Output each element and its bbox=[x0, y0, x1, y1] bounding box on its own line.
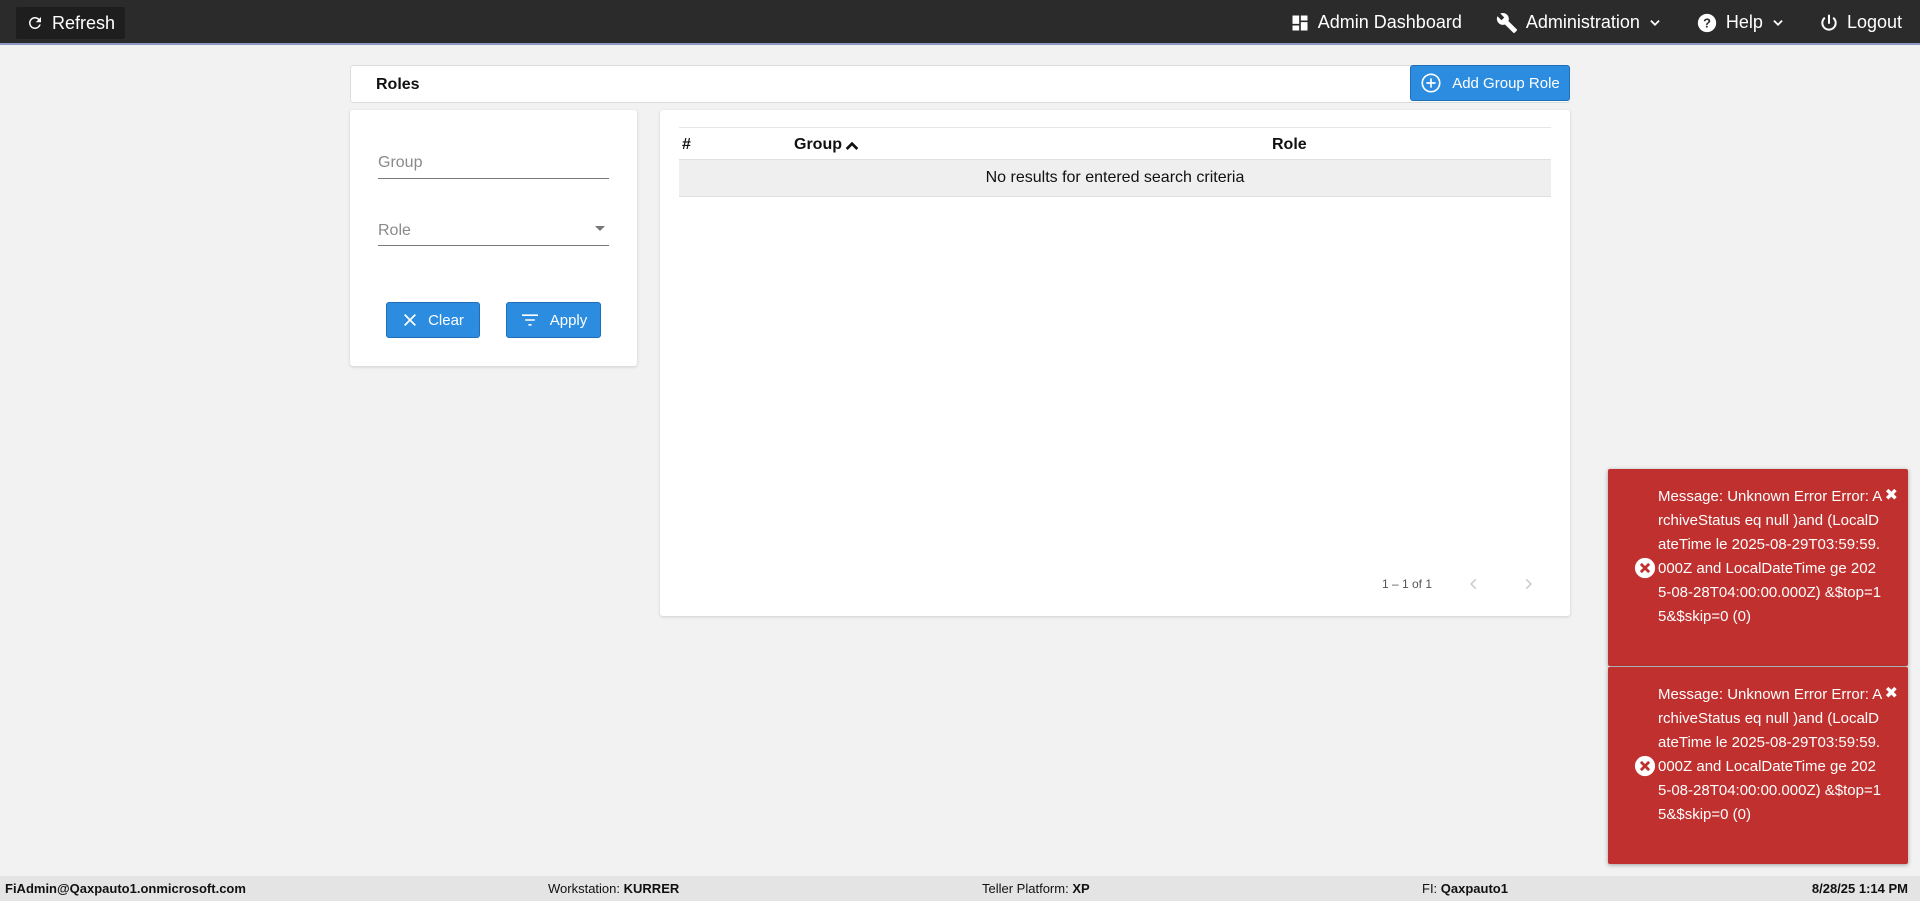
empty-results-message: No results for entered search criteria bbox=[985, 169, 1245, 186]
status-workstation-label: Workstation: bbox=[548, 881, 621, 896]
apply-label: Apply bbox=[549, 311, 588, 329]
nav-administration[interactable]: Administration bbox=[1496, 12, 1662, 34]
role-select[interactable]: Role bbox=[378, 214, 609, 246]
filter-panel: Role Clear Apply bbox=[350, 110, 637, 366]
clear-label: Clear bbox=[428, 311, 464, 329]
power-icon bbox=[1821, 14, 1837, 31]
status-user: FiAdmin@Qaxpauto1.onmicrosoft.com bbox=[5, 881, 246, 896]
apply-button[interactable]: Apply bbox=[506, 302, 601, 338]
status-user-value: FiAdmin@Qaxpauto1.onmicrosoft.com bbox=[5, 881, 246, 896]
role-placeholder: Role bbox=[378, 222, 411, 239]
table-header: # Group Role bbox=[679, 127, 1551, 160]
column-header-group-label: Group bbox=[794, 136, 842, 153]
nav-logout-label: Logout bbox=[1846, 12, 1902, 32]
status-workstation-value: KURRER bbox=[623, 881, 680, 896]
chevron-left-icon bbox=[1470, 578, 1477, 590]
filter-icon bbox=[521, 314, 538, 326]
wrench-icon bbox=[1496, 12, 1517, 33]
chevron-down-icon bbox=[1650, 19, 1660, 26]
column-header-number: # bbox=[682, 136, 691, 154]
dropdown-caret-icon bbox=[595, 226, 605, 231]
status-datetime: 8/28/25 1:14 PM bbox=[1812, 881, 1908, 896]
group-input[interactable] bbox=[378, 147, 609, 178]
nav-help-label: Help bbox=[1725, 12, 1763, 32]
help-icon: ? bbox=[1697, 13, 1717, 32]
previous-page-button[interactable] bbox=[1462, 572, 1486, 596]
top-navbar: Refresh Admin Dashboard Administration ?… bbox=[0, 0, 1920, 45]
page-title: Roles bbox=[376, 76, 420, 93]
refresh-button[interactable]: Refresh bbox=[16, 7, 126, 39]
status-bar: FiAdmin@Qaxpauto1.onmicrosoft.com Workst… bbox=[0, 876, 1920, 901]
add-group-role-label: Add Group Role bbox=[1452, 74, 1560, 92]
close-icon bbox=[404, 314, 417, 326]
status-platform-value: XP bbox=[1072, 881, 1090, 896]
roles-table: # Group Role No results for entered sear… bbox=[679, 127, 1551, 197]
toast-message: Message: Unknown Error Error: ArchiveSta… bbox=[1658, 488, 1883, 625]
chevron-down-icon bbox=[1773, 19, 1783, 26]
toast-close-button[interactable]: ✖ bbox=[1885, 683, 1898, 703]
nav-help[interactable]: ? Help bbox=[1696, 12, 1785, 34]
status-datetime-value: 8/28/25 1:14 PM bbox=[1811, 881, 1908, 896]
paginator: 1 – 1 of 1 bbox=[1382, 572, 1540, 596]
refresh-icon bbox=[28, 16, 41, 29]
refresh-label: Refresh bbox=[52, 12, 116, 33]
results-panel: # Group Role No results for entered sear… bbox=[660, 110, 1570, 616]
error-icon bbox=[1634, 557, 1656, 578]
column-header-group[interactable]: Group bbox=[794, 136, 860, 154]
main-nav: Admin Dashboard Administration ? Help Lo… bbox=[1290, 0, 1902, 45]
status-platform-label: Teller Platform: bbox=[982, 881, 1069, 896]
page-header: Roles Add Group Role bbox=[350, 65, 1570, 103]
toast-message: Message: Unknown Error Error: ArchiveSta… bbox=[1658, 686, 1883, 823]
nav-admin-dashboard-label: Admin Dashboard bbox=[1317, 12, 1462, 32]
toast-close-button[interactable]: ✖ bbox=[1885, 485, 1898, 505]
nav-logout[interactable]: Logout bbox=[1819, 12, 1902, 33]
add-group-role-button[interactable]: Add Group Role bbox=[1410, 65, 1570, 101]
status-fi-label: FI: bbox=[1422, 881, 1438, 896]
status-workstation: Workstation: KURRER bbox=[548, 881, 679, 896]
add-circle-icon bbox=[1421, 73, 1441, 93]
pagination-range: 1 – 1 of 1 bbox=[1381, 577, 1432, 591]
column-header-number-label: # bbox=[682, 136, 691, 153]
status-fi-value: Qaxpauto1 bbox=[1440, 881, 1508, 896]
empty-results-row: No results for entered search criteria bbox=[679, 160, 1551, 197]
chevron-right-icon bbox=[1525, 578, 1532, 590]
nav-administration-label: Administration bbox=[1525, 12, 1640, 32]
nav-admin-dashboard[interactable]: Admin Dashboard bbox=[1290, 12, 1462, 33]
error-toast: ✖ Message: Unknown Error Error: ArchiveS… bbox=[1608, 469, 1908, 666]
column-header-role[interactable]: Role bbox=[1272, 136, 1307, 154]
sort-ascending-icon bbox=[845, 141, 859, 150]
dashboard-icon bbox=[1292, 15, 1308, 30]
svg-text:?: ? bbox=[1703, 15, 1711, 30]
clear-button[interactable]: Clear bbox=[386, 302, 480, 338]
error-toast: ✖ Message: Unknown Error Error: ArchiveS… bbox=[1608, 667, 1908, 864]
status-fi: FI: Qaxpauto1 bbox=[1422, 881, 1508, 896]
column-header-role-label: Role bbox=[1272, 136, 1307, 153]
error-icon bbox=[1634, 755, 1656, 776]
status-platform: Teller Platform: XP bbox=[982, 881, 1090, 896]
group-field bbox=[378, 147, 609, 179]
next-page-button[interactable] bbox=[1516, 572, 1540, 596]
